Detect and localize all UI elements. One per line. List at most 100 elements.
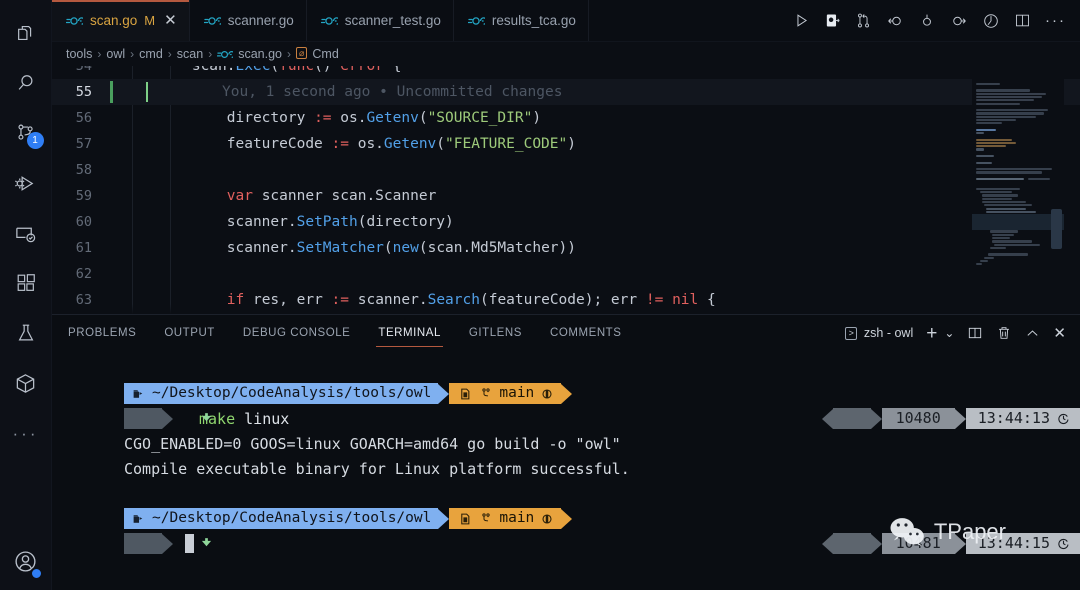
editor-bottom-fade — [52, 304, 1080, 314]
close-panel-button[interactable]: ✕ — [1053, 324, 1066, 342]
git-branch-name: main — [499, 385, 535, 401]
clock-icon — [1057, 412, 1080, 425]
line-number: 61 — [75, 240, 92, 256]
sidebar-item-search[interactable] — [0, 58, 52, 108]
extensions-icon — [15, 272, 37, 294]
editor-tab-scan-go[interactable]: scan.go M ✕ — [52, 0, 190, 41]
chevron-down-icon[interactable]: ⌄ — [944, 326, 954, 340]
minimap-scrollbar[interactable] — [1051, 209, 1062, 249]
tab-terminal[interactable]: TERMINAL — [376, 315, 443, 351]
account-button[interactable] — [0, 536, 52, 586]
breadcrumb-separator: › — [97, 47, 102, 61]
code-line: 54 scan.Exec(func() error { — [52, 66, 1080, 79]
sidebar-item-source-control[interactable]: 1 — [0, 108, 52, 158]
editor-tab-scanner-go[interactable]: scanner.go — [189, 0, 307, 41]
editor-area: scan.go M ✕ scanner.go scanner_test.go r… — [52, 0, 1080, 590]
editor-tab-results-tca-go[interactable]: results_tca.go — [453, 0, 589, 41]
split-terminal-button[interactable] — [967, 325, 983, 341]
editor-tab-scanner-test-go[interactable]: scanner_test.go — [306, 0, 454, 41]
panel-actions: > zsh - owl + ⌄ ✕ — [844, 324, 1080, 343]
clock-icon — [1057, 537, 1080, 550]
source-control-badge: 1 — [26, 132, 44, 149]
sidebar-item-testing[interactable] — [0, 308, 52, 358]
maximize-panel-button[interactable] — [1025, 326, 1040, 341]
status-time-segment: 13:44:15 — [965, 533, 1080, 554]
go-file-icon — [66, 16, 83, 26]
terminal-input-line[interactable]: 10481 13:44:15 — [52, 531, 1080, 556]
sidebar-item-more[interactable]: ··· — [0, 408, 52, 458]
line-number: 56 — [75, 110, 92, 126]
run-button[interactable] — [793, 12, 810, 29]
status-ok-segment — [832, 408, 929, 429]
terminal-selector[interactable]: > zsh - owl — [844, 326, 914, 340]
code-line: 58 — [52, 157, 1080, 183]
terminal-time: 13:44:15 — [977, 534, 1050, 552]
tab-debug-console[interactable]: DEBUG CONSOLE — [243, 315, 350, 351]
breadcrumb-item-cmd[interactable]: cmd — [139, 47, 163, 61]
editor-tabs: scan.go M ✕ scanner.go scanner_test.go r… — [52, 0, 589, 41]
terminal-content[interactable]: ~/Desktop/CodeAnalysis/tools/owl main ma… — [52, 351, 1080, 590]
run-and-debug-button[interactable] — [824, 12, 841, 29]
go-file-icon — [217, 50, 234, 59]
sidebar-item-remote-explorer[interactable] — [0, 208, 52, 258]
code-line: 56 directory := os.Getenv("SOURCE_DIR") — [52, 105, 1080, 131]
editor-tab-label: scanner_test.go — [344, 13, 441, 28]
more-actions-button[interactable]: ··· — [1045, 13, 1066, 28]
terminal-pid: 10481 — [895, 534, 941, 552]
sidebar-item-run-debug[interactable] — [0, 158, 52, 208]
prompt-git-arrow — [561, 508, 573, 529]
breadcrumb-separator: › — [286, 47, 291, 61]
terminal-selector-label: zsh - owl — [863, 326, 914, 340]
git-change-indicator — [110, 81, 113, 103]
breadcrumb-item-tools[interactable]: tools — [66, 47, 92, 61]
sidebar-item-explorer[interactable] — [0, 8, 52, 58]
breadcrumb-item-cmd-symbol[interactable]: Cmd — [312, 47, 338, 61]
breadcrumb-item-scan-go[interactable]: scan.go — [238, 47, 282, 61]
line-number: 57 — [75, 136, 92, 152]
line-number: 55 — [75, 84, 92, 100]
editor-tab-label: results_tca.go — [491, 13, 576, 28]
terminal-right-status-2: 10481 13:44:15 — [821, 533, 1080, 554]
blame-toggle-button[interactable] — [982, 12, 1000, 30]
command-status-segment — [124, 408, 211, 429]
code-line: 59 var scanner scan.Scanner — [52, 183, 1080, 209]
close-icon[interactable]: ✕ — [164, 13, 177, 28]
line-content: featureCode := os.Getenv("FEATURE_CODE") — [122, 136, 576, 152]
next-change-button[interactable] — [950, 12, 968, 30]
breadcrumb-item-owl[interactable]: owl — [106, 47, 125, 61]
go-file-icon — [467, 16, 485, 26]
previous-change-button[interactable] — [886, 12, 904, 30]
go-file-icon — [203, 16, 221, 26]
current-change-button[interactable] — [918, 12, 936, 30]
prompt-path-arrow — [438, 508, 450, 529]
status-sep-2 — [954, 408, 966, 429]
code-editor[interactable]: 54 scan.Exec(func() error { 55 You, 1 se… — [52, 66, 1080, 314]
panel-tabs: PROBLEMS OUTPUT DEBUG CONSOLE TERMINAL G… — [68, 315, 621, 351]
tab-problems[interactable]: PROBLEMS — [68, 315, 136, 351]
terminal-output-line: CGO_ENABLED=0 GOOS=linux GOARCH=amd64 go… — [52, 431, 1080, 456]
activity-bar: 1 ··· — [0, 0, 52, 590]
output-text: CGO_ENABLED=0 GOOS=linux GOARCH=amd64 go… — [124, 434, 621, 453]
sidebar-item-extensions[interactable] — [0, 258, 52, 308]
line-number: 59 — [75, 188, 92, 204]
tab-gitlens[interactable]: GITLENS — [469, 315, 522, 351]
tab-comments[interactable]: COMMENTS — [550, 315, 621, 351]
kill-terminal-button[interactable] — [996, 325, 1012, 341]
git-blame-annotation: You, 1 second ago • Uncommitted changes — [222, 84, 563, 100]
command-status-segment — [124, 533, 211, 554]
split-editor-button[interactable] — [1014, 12, 1031, 29]
code-line: 62 — [52, 261, 1080, 287]
editor-tab-label: scanner.go — [227, 13, 294, 28]
tab-output[interactable]: OUTPUT — [164, 315, 215, 351]
code-line: 60 scanner.SetPath(directory) — [52, 209, 1080, 235]
compare-changes-button[interactable] — [855, 12, 872, 29]
line-content: directory := os.Getenv("SOURCE_DIR") — [122, 110, 542, 126]
breadcrumb-item-scan[interactable]: scan — [177, 47, 203, 61]
sidebar-item-containers[interactable] — [0, 358, 52, 408]
line-content: scanner.SetPath(directory) — [122, 214, 454, 230]
minimap[interactable] — [972, 66, 1064, 314]
status-time-segment: 13:44:13 — [965, 408, 1080, 429]
vscode-window: 1 ··· scan.go M ✕ scanner.go scanner_tes… — [0, 0, 1080, 590]
editor-tab-label: scan.go — [90, 13, 138, 28]
new-terminal-button[interactable]: + — [926, 324, 937, 343]
